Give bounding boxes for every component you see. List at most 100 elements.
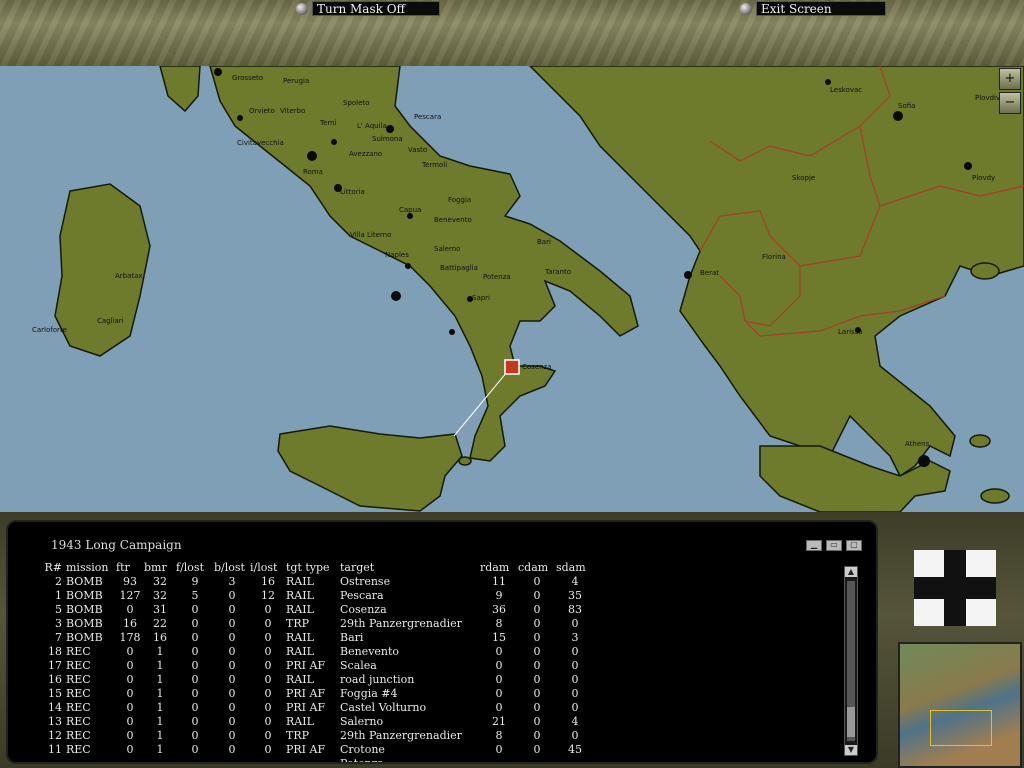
column-header[interactable]: i/lost bbox=[250, 560, 286, 574]
map-land-svg bbox=[54, 66, 1024, 512]
table-row[interactable]: 2 BOMB 93 32 9 3 16 RAIL Ostrense 11 0 4 bbox=[8, 574, 594, 588]
table-cell: 0 bbox=[264, 714, 272, 728]
table-cell: Cosenza bbox=[340, 602, 387, 616]
turn-mask-button[interactable]: Turn Mask Off bbox=[296, 1, 440, 16]
table-cell: 0 bbox=[533, 700, 541, 714]
column-header[interactable]: sdam bbox=[556, 560, 594, 574]
city-label: Carloforte bbox=[32, 326, 67, 334]
column-header[interactable]: rdam bbox=[480, 560, 518, 574]
column-header[interactable]: target bbox=[340, 560, 480, 574]
island bbox=[969, 434, 991, 448]
restore-button[interactable]: ▭ bbox=[826, 540, 842, 551]
table-row[interactable]: 16 REC 0 1 0 0 0 RAIL road junction 0 0 0 bbox=[8, 672, 594, 686]
zoom-in-button[interactable]: + bbox=[999, 68, 1021, 90]
table-cell: Scalea bbox=[340, 658, 377, 672]
column-header[interactable]: f/lost bbox=[176, 560, 214, 574]
city-label: Grosseto bbox=[232, 74, 264, 82]
table-row[interactable]: 5 BOMB 0 31 0 0 0 RAIL Cosenza 36 0 83 bbox=[8, 602, 594, 616]
city-label: Florina bbox=[762, 253, 786, 261]
table-cell: 127 bbox=[119, 588, 141, 602]
table-cell: 0 bbox=[191, 714, 199, 728]
table-cell: BOMB bbox=[66, 602, 103, 616]
table-cell: RAIL bbox=[286, 630, 314, 644]
column-header[interactable]: ftr bbox=[116, 560, 144, 574]
table-cell: 0 bbox=[495, 644, 503, 658]
table-row[interactable]: 7 BOMB 178 16 0 0 0 RAIL Bari 15 0 3 bbox=[8, 630, 594, 644]
city-label: Sulmona bbox=[372, 135, 403, 143]
table-row[interactable]: 14 REC 0 1 0 0 0 PRI AF Castel Volturno 0 0 0 bbox=[8, 700, 594, 714]
column-header[interactable]: b/lost bbox=[214, 560, 250, 574]
scroll-down-icon[interactable]: ▼ bbox=[845, 745, 857, 755]
city-label: Sofia bbox=[898, 102, 916, 110]
table-cell: 0 bbox=[228, 672, 236, 686]
table-cell: RAIL bbox=[286, 588, 314, 602]
minimap-viewport[interactable] bbox=[930, 710, 992, 746]
table-cell: 1 bbox=[156, 644, 164, 658]
table-cell: 15 bbox=[48, 686, 62, 700]
column-header[interactable]: tgt type bbox=[286, 560, 340, 574]
column-header[interactable]: bmr bbox=[144, 560, 176, 574]
table-cell: 0 bbox=[264, 602, 272, 616]
report-title: 1943 Long Campaign bbox=[51, 538, 182, 552]
italy-landmass bbox=[209, 66, 639, 462]
scroll-thumb[interactable] bbox=[847, 707, 855, 737]
table-row[interactable]: 11 REC 0 1 0 0 0 PRI AF Crotone 0 0 45 bbox=[8, 742, 594, 756]
table-cell bbox=[8, 756, 66, 762]
table-row[interactable]: 1 BOMB 127 32 5 0 12 RAIL Pescara 9 0 35 bbox=[8, 588, 594, 602]
column-header[interactable]: mission bbox=[66, 560, 116, 574]
table-row[interactable]: 12 REC 0 1 0 0 0 TRP 29th Panzergrenadier 8 0 0 bbox=[8, 728, 594, 742]
table-cell: 35 bbox=[568, 588, 582, 602]
table-cell: 5 bbox=[55, 602, 62, 616]
table-cell: 1 bbox=[156, 728, 164, 742]
table-cell: 0 bbox=[533, 686, 541, 700]
table-cell: 16 bbox=[153, 630, 167, 644]
table-cell: 36 bbox=[492, 602, 506, 616]
table-cell: 0 bbox=[571, 644, 579, 658]
table-row[interactable]: 17 REC 0 1 0 0 0 PRI AF Scalea 0 0 0 bbox=[8, 658, 594, 672]
table-cell: 93 bbox=[123, 574, 137, 588]
zoom-out-button[interactable]: − bbox=[999, 92, 1021, 114]
table-cell: 21 bbox=[492, 714, 506, 728]
city-label: L' Aquila bbox=[357, 122, 387, 130]
table-cell: 1 bbox=[55, 588, 62, 602]
theater-map[interactable]: Grosseto Perugia Orvieto Viterbo Civitav… bbox=[0, 66, 1024, 512]
exit-screen-button[interactable]: Exit Screen bbox=[740, 1, 886, 16]
table-cell: 17 bbox=[48, 658, 62, 672]
city-label: Taranto bbox=[545, 268, 572, 276]
table-row[interactable]: 3 BOMB 16 22 0 0 0 TRP 29th Panzergrenadier 8 0 0 bbox=[8, 616, 594, 630]
table-cell: 0 bbox=[533, 742, 541, 756]
close-window-button[interactable]: ▢ bbox=[846, 540, 862, 551]
table-cell: 18 bbox=[48, 644, 62, 658]
city-label: Orvieto bbox=[249, 107, 275, 115]
city-label: Athens bbox=[905, 440, 930, 448]
table-cell: 0 bbox=[264, 672, 272, 686]
table-cell: 3 bbox=[571, 630, 579, 644]
table-row[interactable]: 18 REC 0 1 0 0 0 RAIL Benevento 0 0 0 bbox=[8, 644, 594, 658]
city-label: Termoli bbox=[422, 161, 448, 169]
report-scrollbar[interactable]: ▲ ▼ bbox=[844, 566, 858, 756]
table-row[interactable]: 13 REC 0 1 0 0 0 RAIL Salerno 21 0 4 bbox=[8, 714, 594, 728]
table-cell: Crotone bbox=[340, 742, 385, 756]
minimize-button[interactable]: ▁ bbox=[806, 540, 822, 551]
column-header[interactable]: R# bbox=[8, 560, 66, 574]
table-cell: 5 bbox=[191, 588, 199, 602]
table-cell: 0 bbox=[495, 658, 503, 672]
turn-mask-label: Turn Mask Off bbox=[312, 1, 440, 16]
column-header[interactable]: cdam bbox=[518, 560, 556, 574]
city-label: Larissa bbox=[838, 328, 863, 336]
table-cell: 0 bbox=[126, 602, 134, 616]
city-label: Plovdiv bbox=[975, 94, 1001, 102]
table-cell: Pescara bbox=[340, 588, 384, 602]
table-cell: 0 bbox=[571, 686, 579, 700]
table-row[interactable]: 15 REC 0 1 0 0 0 PRI AF Foggia #4 0 0 0 bbox=[8, 686, 594, 700]
table-row[interactable]: Potenza bbox=[8, 756, 594, 763]
table-cell: 3 bbox=[55, 616, 62, 630]
balkans-landmass bbox=[528, 66, 1024, 478]
scroll-up-icon[interactable]: ▲ bbox=[845, 567, 857, 577]
table-cell: 32 bbox=[153, 588, 167, 602]
table-cell bbox=[176, 756, 214, 762]
city-label: Sapri bbox=[472, 294, 490, 302]
table-cell bbox=[144, 756, 176, 762]
overview-minimap[interactable] bbox=[898, 642, 1022, 768]
table-cell bbox=[116, 756, 144, 762]
